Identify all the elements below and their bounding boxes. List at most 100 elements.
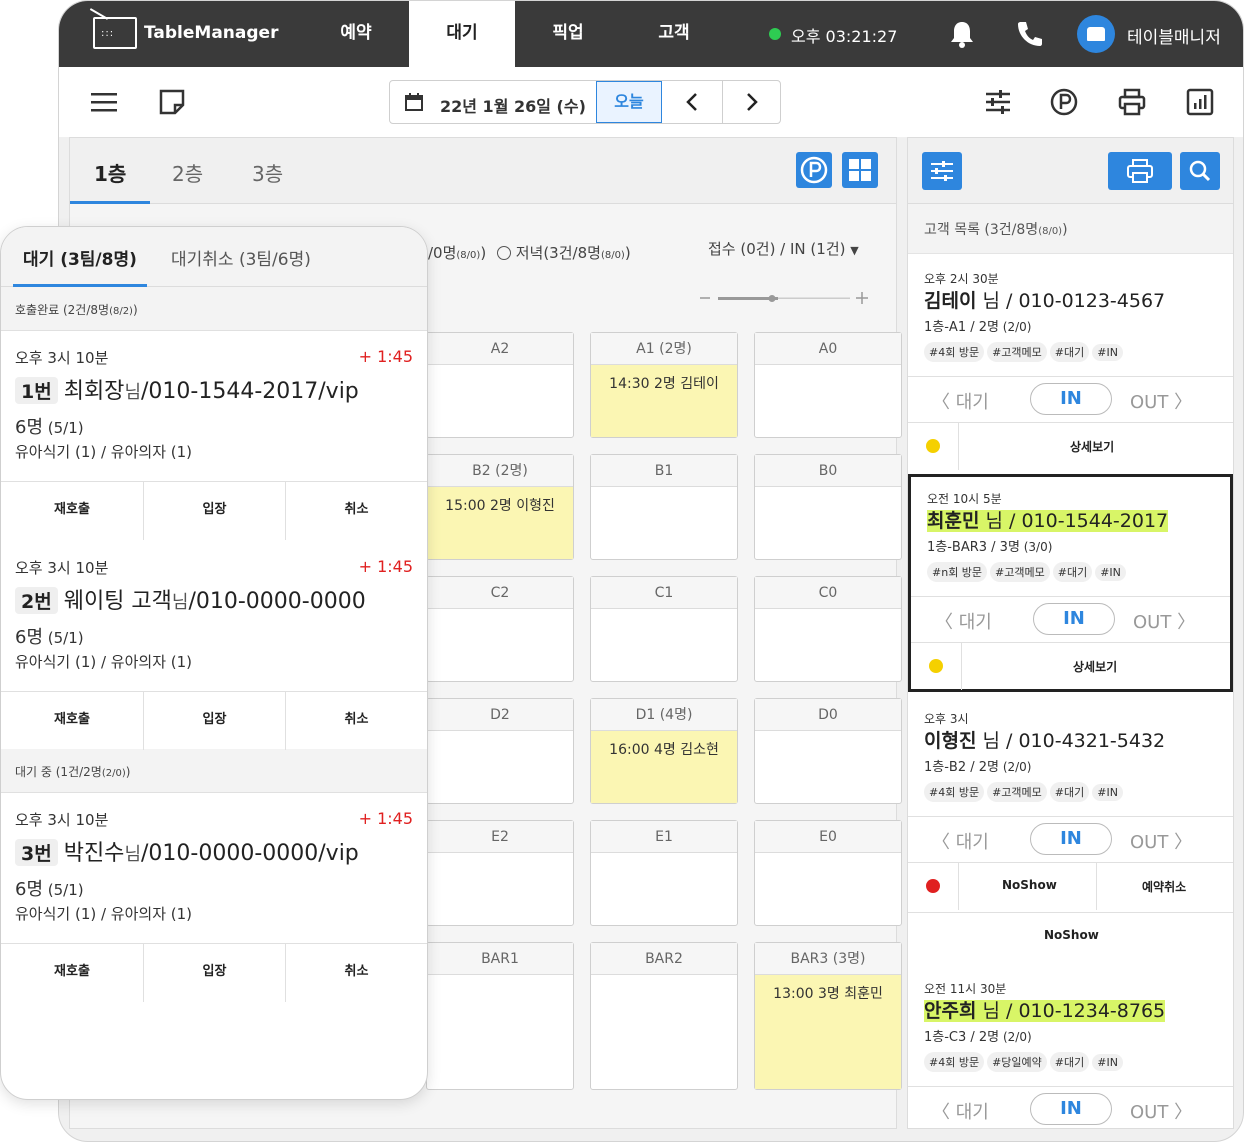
status-out-button[interactable]: OUT 〉 bbox=[1130, 1098, 1192, 1124]
table-reservation[interactable]: 16:00 4명 김소현 bbox=[591, 731, 737, 803]
table-card[interactable]: D2 bbox=[426, 698, 574, 804]
phone-icon[interactable] bbox=[1015, 19, 1045, 49]
zoom-slider[interactable] bbox=[700, 288, 870, 308]
customer-print-button[interactable] bbox=[1108, 152, 1172, 190]
customer-phone: 님 / 010-0123-4567 bbox=[976, 290, 1166, 312]
status-wait-button[interactable]: 〈 대기 bbox=[932, 388, 989, 414]
detail-button[interactable]: 상세보기 bbox=[1070, 438, 1114, 455]
tab-waiting-cancelled[interactable]: 대기취소 (3팀/6명) bbox=[171, 245, 311, 270]
waitlist-item[interactable]: 오후 3시 10분 + 1:45 2번 웨이팅 고객님/010-0000-0000 6명… bbox=[1, 541, 427, 751]
filter-settings-icon[interactable] bbox=[983, 87, 1013, 117]
waitlist-item[interactable]: 오후 3시 10분 + 1:45 3번 박진수님/010-0000-0000/vip 6… bbox=[1, 793, 427, 1003]
table-card[interactable]: C1 bbox=[590, 576, 738, 682]
prev-day-button[interactable] bbox=[662, 81, 722, 123]
date-selector[interactable]: 22년 1월 26일 (수) 오늘 bbox=[389, 80, 781, 124]
table-card[interactable]: B1 bbox=[590, 454, 738, 560]
customer-seat-text: 1층-A1 / 2명 bbox=[924, 320, 999, 335]
status-in-button[interactable]: IN bbox=[1030, 1093, 1112, 1125]
accept-summary-dropdown[interactable]: 접수 (0건) / IN (1건) ▼ bbox=[708, 238, 859, 259]
enter-button[interactable]: 입장 bbox=[143, 692, 285, 750]
nav-tab-waiting[interactable]: 대기 bbox=[409, 1, 515, 67]
cancel-reservation-button[interactable]: 예약취소 bbox=[1142, 878, 1186, 895]
customer-card[interactable]: 오후 2시 30분 김테이 님 / 010-0123-4567 1층-A1 / 2명… bbox=[908, 254, 1233, 474]
table-card[interactable]: BAR2 bbox=[590, 942, 738, 1090]
detail-button[interactable]: 상세보기 bbox=[1073, 658, 1117, 675]
table-card[interactable]: BAR3 (3명) 13:00 3명 최훈민 bbox=[754, 942, 902, 1090]
status-out-button[interactable]: OUT 〉 bbox=[1130, 388, 1192, 414]
enter-button[interactable]: 입장 bbox=[143, 482, 285, 540]
today-button[interactable]: 오늘 bbox=[596, 81, 662, 123]
table-card[interactable]: A2 bbox=[426, 332, 574, 438]
status-out-button[interactable]: OUT 〉 bbox=[1130, 828, 1192, 854]
customer-name: 최훈민 bbox=[927, 510, 980, 532]
status-wait-button[interactable]: 〈 대기 bbox=[935, 608, 992, 634]
status-wait-button[interactable]: 〈 대기 bbox=[932, 1098, 989, 1124]
menu-icon[interactable] bbox=[89, 87, 119, 117]
table-card[interactable]: A1 (2명) 14:30 2명 김테이 bbox=[590, 332, 738, 438]
wait-count: 6명 bbox=[15, 879, 44, 900]
tab-waiting[interactable]: 대기 (3팀/8명) bbox=[23, 245, 137, 270]
cancel-button[interactable]: 취소 bbox=[285, 692, 427, 750]
memo-icon[interactable] bbox=[157, 87, 187, 117]
table-card[interactable]: B2 (2명) 15:00 2명 이형진 bbox=[426, 454, 574, 560]
enter-button[interactable]: 입장 bbox=[143, 944, 285, 1002]
status-in-button[interactable]: IN bbox=[1030, 823, 1112, 855]
user-name[interactable]: 테이블매니저 bbox=[1127, 23, 1221, 48]
bell-icon[interactable] bbox=[947, 19, 977, 49]
wait-extras: 유아식기 (1) / 유아의자 (1) bbox=[15, 443, 193, 461]
customer-search-button[interactable] bbox=[1180, 152, 1220, 190]
customer-filter-button[interactable] bbox=[922, 152, 962, 190]
nav-tab-customer[interactable]: 고객 bbox=[621, 1, 727, 67]
table-reservation[interactable]: 14:30 2명 김테이 bbox=[591, 365, 737, 437]
store-avatar[interactable] bbox=[1077, 15, 1115, 53]
recall-button[interactable]: 재호출 bbox=[1, 692, 143, 750]
noshow-button[interactable]: NoShow bbox=[1002, 878, 1057, 892]
table-card[interactable]: A0 bbox=[754, 332, 902, 438]
wait-number-badge: 3번 bbox=[15, 839, 58, 866]
status-in-button[interactable]: IN bbox=[1030, 383, 1112, 415]
nav-tab-reservation[interactable]: 예약 bbox=[303, 1, 409, 67]
table-card[interactable]: E0 bbox=[754, 820, 902, 926]
status-out-button[interactable]: OUT 〉 bbox=[1133, 608, 1195, 634]
floor-tab-2[interactable]: 2층 bbox=[172, 158, 203, 187]
section-sub: (8/2) bbox=[109, 306, 133, 317]
table-card[interactable]: E2 bbox=[426, 820, 574, 926]
customer-card[interactable]: 오후 3시 이형진 님 / 010-4321-5432 1층-B2 / 2명 (2/… bbox=[908, 694, 1233, 964]
cancel-button[interactable]: 취소 bbox=[285, 944, 427, 1002]
floor-tab-3[interactable]: 3층 bbox=[252, 158, 283, 187]
meal-filter[interactable]: /0명(8/0)) 저녁(3건/8명(8/0)) bbox=[428, 242, 631, 263]
status-wait-button[interactable]: 〈 대기 bbox=[932, 828, 989, 854]
status-out-label: OUT bbox=[1133, 612, 1172, 633]
table-card[interactable]: C2 bbox=[426, 576, 574, 682]
parking-icon[interactable] bbox=[1049, 87, 1079, 117]
status-actions: 〈 대기 IN OUT 〉 bbox=[908, 376, 1233, 422]
table-card[interactable]: C0 bbox=[754, 576, 902, 682]
table-reservation[interactable]: 15:00 2명 이형진 bbox=[427, 487, 573, 559]
table-card[interactable]: B0 bbox=[754, 454, 902, 560]
divider bbox=[961, 643, 962, 690]
cancel-button[interactable]: 취소 bbox=[285, 482, 427, 540]
date-text[interactable]: 22년 1월 26일 (수) bbox=[440, 93, 586, 117]
dinner-radio[interactable] bbox=[496, 246, 511, 260]
status-in-button[interactable]: IN bbox=[1033, 603, 1115, 635]
grid-view-button[interactable] bbox=[842, 152, 878, 188]
noshow-confirm-button[interactable]: NoShow bbox=[1044, 928, 1099, 942]
table-card[interactable]: E1 bbox=[590, 820, 738, 926]
recall-button[interactable]: 재호출 bbox=[1, 944, 143, 1002]
customer-name: 이형진 bbox=[924, 730, 977, 752]
table-card[interactable]: D1 (4명) 16:00 4명 김소현 bbox=[590, 698, 738, 804]
statistics-icon[interactable] bbox=[1185, 87, 1215, 117]
table-reservation[interactable]: 13:00 3명 최훈민 bbox=[755, 975, 901, 1089]
customer-card[interactable]: 오전 11시 30분 안주희 님 / 010-1234-8765 1층-C3 / 2… bbox=[908, 964, 1233, 1128]
print-icon[interactable] bbox=[1117, 87, 1147, 117]
table-card[interactable]: BAR1 bbox=[426, 942, 574, 1090]
table-label: A1 (2명) bbox=[591, 333, 737, 365]
nav-tab-pickup[interactable]: 픽업 bbox=[515, 1, 621, 67]
floor-tab-1[interactable]: 1층 bbox=[94, 158, 126, 187]
recall-button[interactable]: 재호출 bbox=[1, 482, 143, 540]
table-card[interactable]: D0 bbox=[754, 698, 902, 804]
customer-card[interactable]: 오전 10시 5분 최훈민 님 / 010-1544-2017 1층-BAR3 / … bbox=[908, 474, 1233, 692]
parking-toggle-button[interactable] bbox=[796, 152, 832, 188]
waitlist-item[interactable]: 오후 3시 10분 + 1:45 1번 최회장님/010-1544-2017/vip 6… bbox=[1, 331, 427, 541]
next-day-button[interactable] bbox=[722, 81, 782, 123]
